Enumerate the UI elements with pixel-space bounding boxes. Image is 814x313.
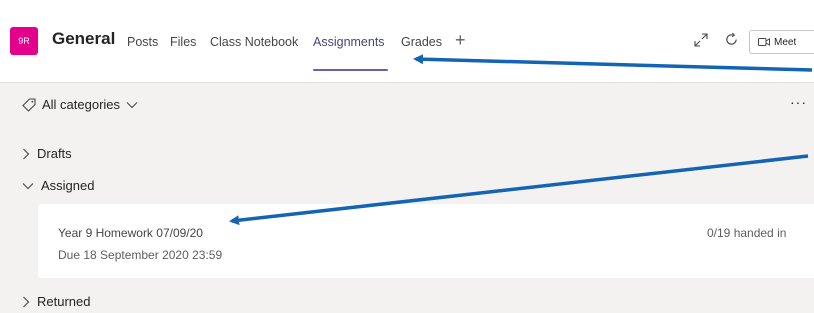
annotation-overlay xyxy=(229,54,813,226)
annotation-arrow-assignment-card xyxy=(229,154,809,226)
annotation-arrow-assignments-tab xyxy=(413,54,813,72)
